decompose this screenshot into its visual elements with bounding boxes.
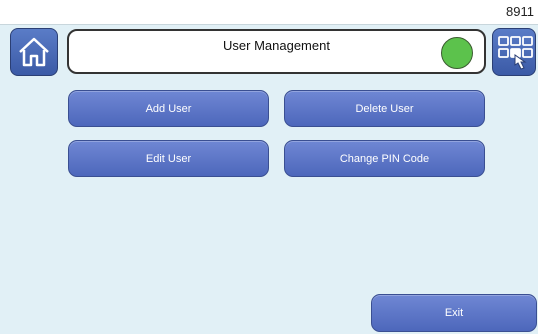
home-icon	[19, 37, 49, 67]
title-bar: User Management	[67, 29, 486, 74]
screen-id: 8911	[506, 4, 534, 19]
exit-button[interactable]: Exit	[371, 294, 537, 332]
status-indicator	[441, 37, 473, 69]
home-button[interactable]	[10, 28, 58, 76]
delete-user-button[interactable]: Delete User	[284, 90, 485, 127]
edit-user-button[interactable]: Edit User	[68, 140, 269, 177]
page-title: User Management	[223, 38, 330, 53]
menu-button[interactable]	[492, 28, 536, 76]
add-user-button[interactable]: Add User	[68, 90, 269, 127]
change-pin-button[interactable]: Change PIN Code	[284, 140, 485, 177]
grid-hand-icon	[498, 36, 533, 70]
